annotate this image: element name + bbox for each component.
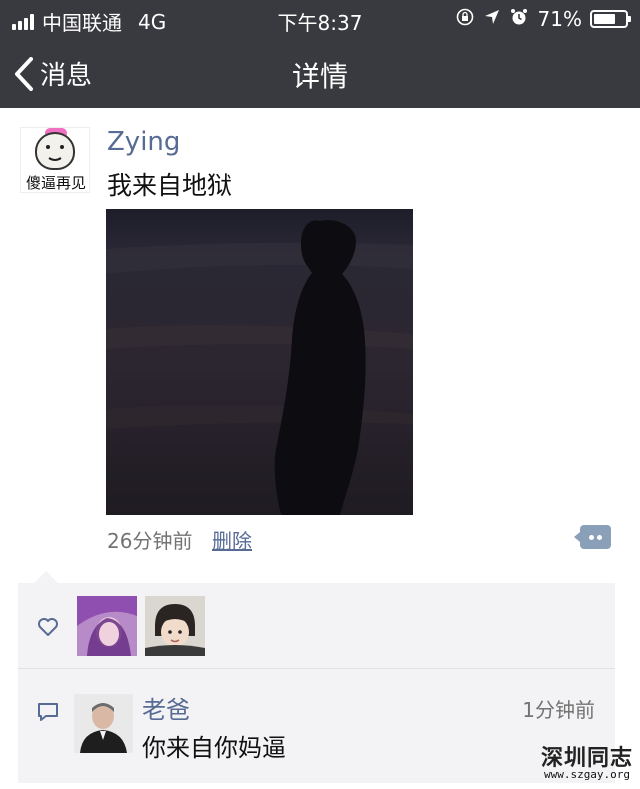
author-avatar[interactable]: 傻逼再见 [20, 127, 90, 193]
interaction-panel: 老爸 1分钟前 你来自你妈逼 [18, 583, 615, 783]
watermark-url: www.szgay.org [543, 768, 631, 781]
location-arrow-icon [484, 9, 500, 30]
page-title: 详情 [291, 60, 348, 93]
status-bar: 中国联通 4G 下午8:37 71% [0, 0, 640, 38]
commenter-avatar[interactable] [74, 694, 133, 753]
post-author[interactable]: Zying [107, 127, 180, 157]
alarm-clock-icon [510, 8, 528, 31]
watermark: 深圳同志 www.szgay.org [536, 740, 638, 788]
panel-caret [34, 571, 58, 583]
post-text: 我来自地狱 [107, 171, 233, 200]
post-time: 26分钟前 [107, 529, 193, 553]
comment-row: 老爸 1分钟前 你来自你妈逼 [18, 670, 615, 783]
liker-avatar[interactable] [145, 596, 205, 656]
battery-icon [590, 10, 631, 28]
comment-text: 你来自你妈逼 [142, 734, 286, 762]
heart-icon [37, 617, 59, 641]
post-photo[interactable] [106, 209, 413, 515]
liker-avatar[interactable] [77, 596, 137, 656]
more-actions-icon[interactable] [574, 525, 611, 549]
likes-row [18, 583, 615, 669]
status-right: 71% [456, 7, 631, 31]
nav-bar: 消息 详情 [0, 38, 640, 108]
lock-rotation-icon [456, 8, 474, 31]
comment-bubble-icon [37, 702, 59, 726]
comment-time: 1分钟前 [522, 698, 595, 722]
avatar-face [35, 132, 75, 170]
commenter-name[interactable]: 老爸 [142, 690, 190, 725]
avatar-caption: 傻逼再见 [25, 174, 86, 192]
battery-percent: 71% [537, 7, 582, 31]
delete-link[interactable]: 删除 [212, 525, 252, 554]
